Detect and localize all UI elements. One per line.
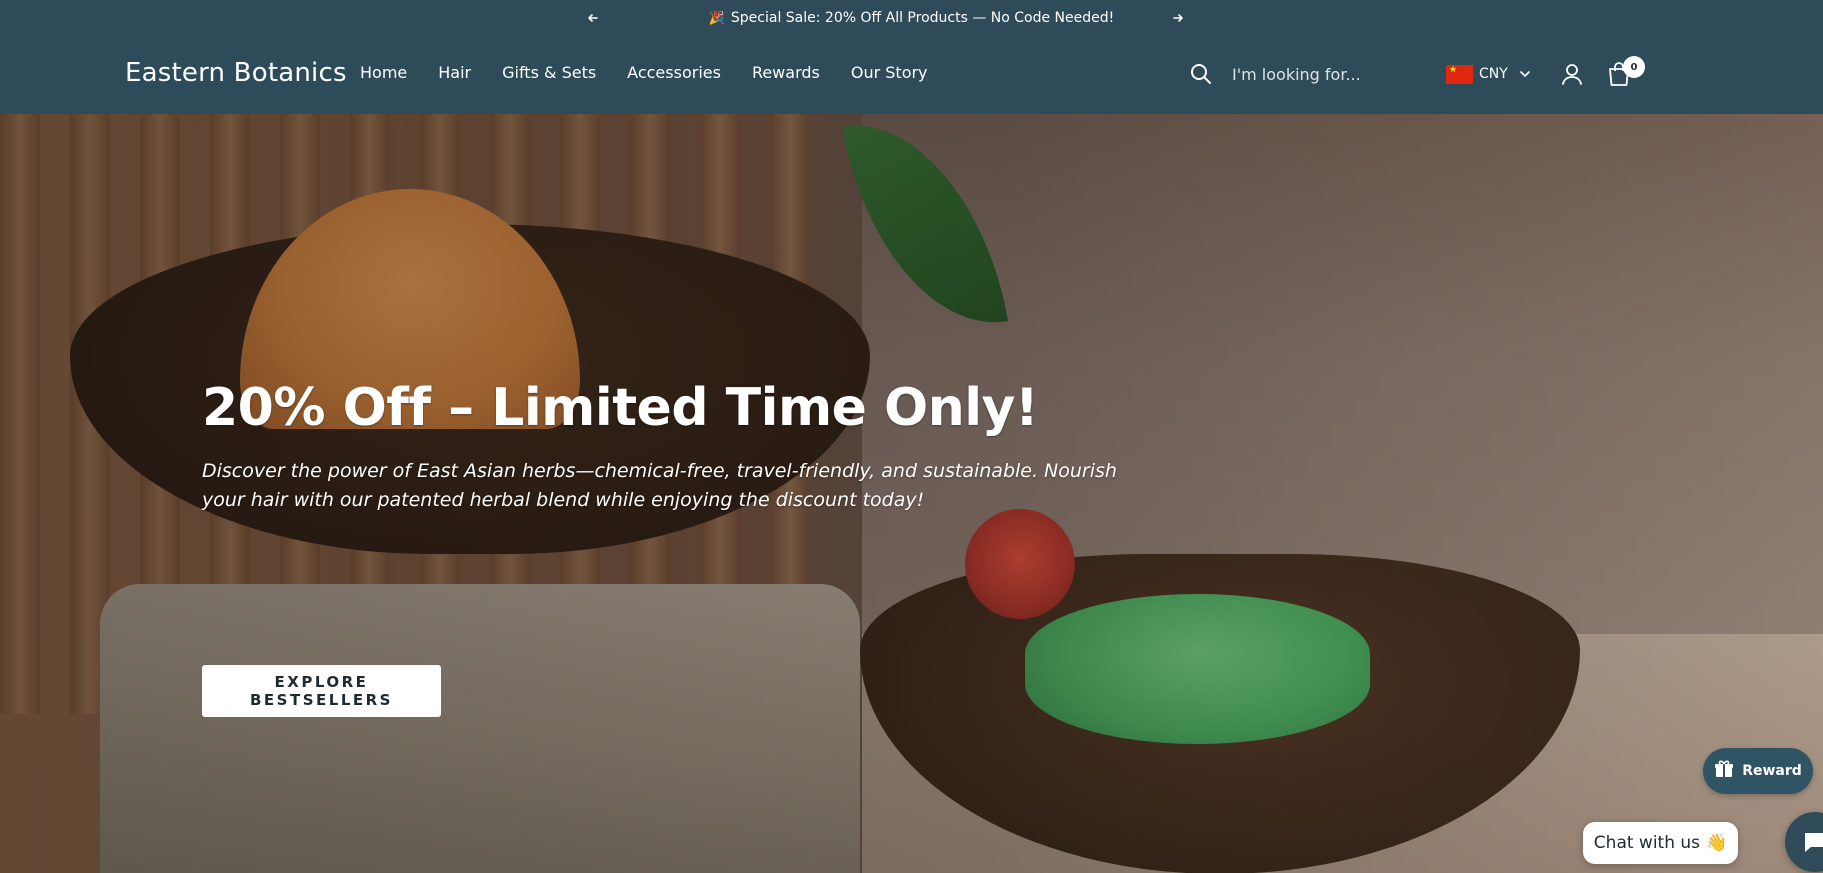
main-nav: Home Hair Gifts & Sets Accessories Rewar… <box>360 63 959 82</box>
currency-selector[interactable]: CNY <box>1446 62 1530 86</box>
site-logo[interactable]: Eastern Botanics <box>125 58 347 88</box>
announcement-message[interactable]: 🎉 Special Sale: 20% Off All Products — N… <box>709 10 1115 26</box>
user-icon[interactable] <box>1561 63 1583 85</box>
chevron-down-icon <box>1520 68 1530 81</box>
nav-item-hair[interactable]: Hair <box>438 63 471 82</box>
site-header: Eastern Botanics Home Hair Gifts & Sets … <box>0 36 1823 114</box>
chat-label: Chat with us <box>1593 833 1701 853</box>
reward-label: Reward <box>1742 763 1802 779</box>
nav-item-accessories[interactable]: Accessories <box>627 63 721 82</box>
hero-banner: 20% Off – Limited Time Only! Discover th… <box>0 114 1823 873</box>
nav-item-home[interactable]: Home <box>360 63 407 82</box>
search-icon[interactable] <box>1190 63 1212 85</box>
reward-button[interactable]: Reward <box>1703 748 1813 794</box>
cart-count-badge: 0 <box>1623 56 1645 78</box>
announcement-text: Special Sale: 20% Off All Products — No … <box>730 10 1115 26</box>
nav-item-rewards[interactable]: Rewards <box>752 63 820 82</box>
announcement-bar: 🎉 Special Sale: 20% Off All Products — N… <box>0 0 1823 36</box>
arrow-left-icon[interactable] <box>583 8 603 28</box>
explore-bestsellers-button[interactable]: EXPLORE BESTSELLERS <box>202 665 441 717</box>
chat-with-us-bubble[interactable]: Chat with us 👋 <box>1583 822 1738 864</box>
nav-item-our-story[interactable]: Our Story <box>851 63 928 82</box>
china-flag-icon <box>1446 64 1473 84</box>
hero-title: 20% Off – Limited Time Only! <box>202 378 1039 438</box>
party-popper-emoji: 🎉 <box>708 10 725 26</box>
arrow-right-icon[interactable] <box>1168 8 1188 28</box>
currency-code: CNY <box>1479 66 1508 82</box>
search-input[interactable] <box>1226 57 1416 91</box>
hero-content: 20% Off – Limited Time Only! Discover th… <box>202 378 1162 717</box>
nav-item-gifts-sets[interactable]: Gifts & Sets <box>502 63 596 82</box>
hero-description: Discover the power of East Asian herbs—c… <box>202 460 1117 512</box>
waving-hand-emoji: 👋 <box>1706 833 1728 853</box>
gift-icon <box>1714 759 1734 783</box>
